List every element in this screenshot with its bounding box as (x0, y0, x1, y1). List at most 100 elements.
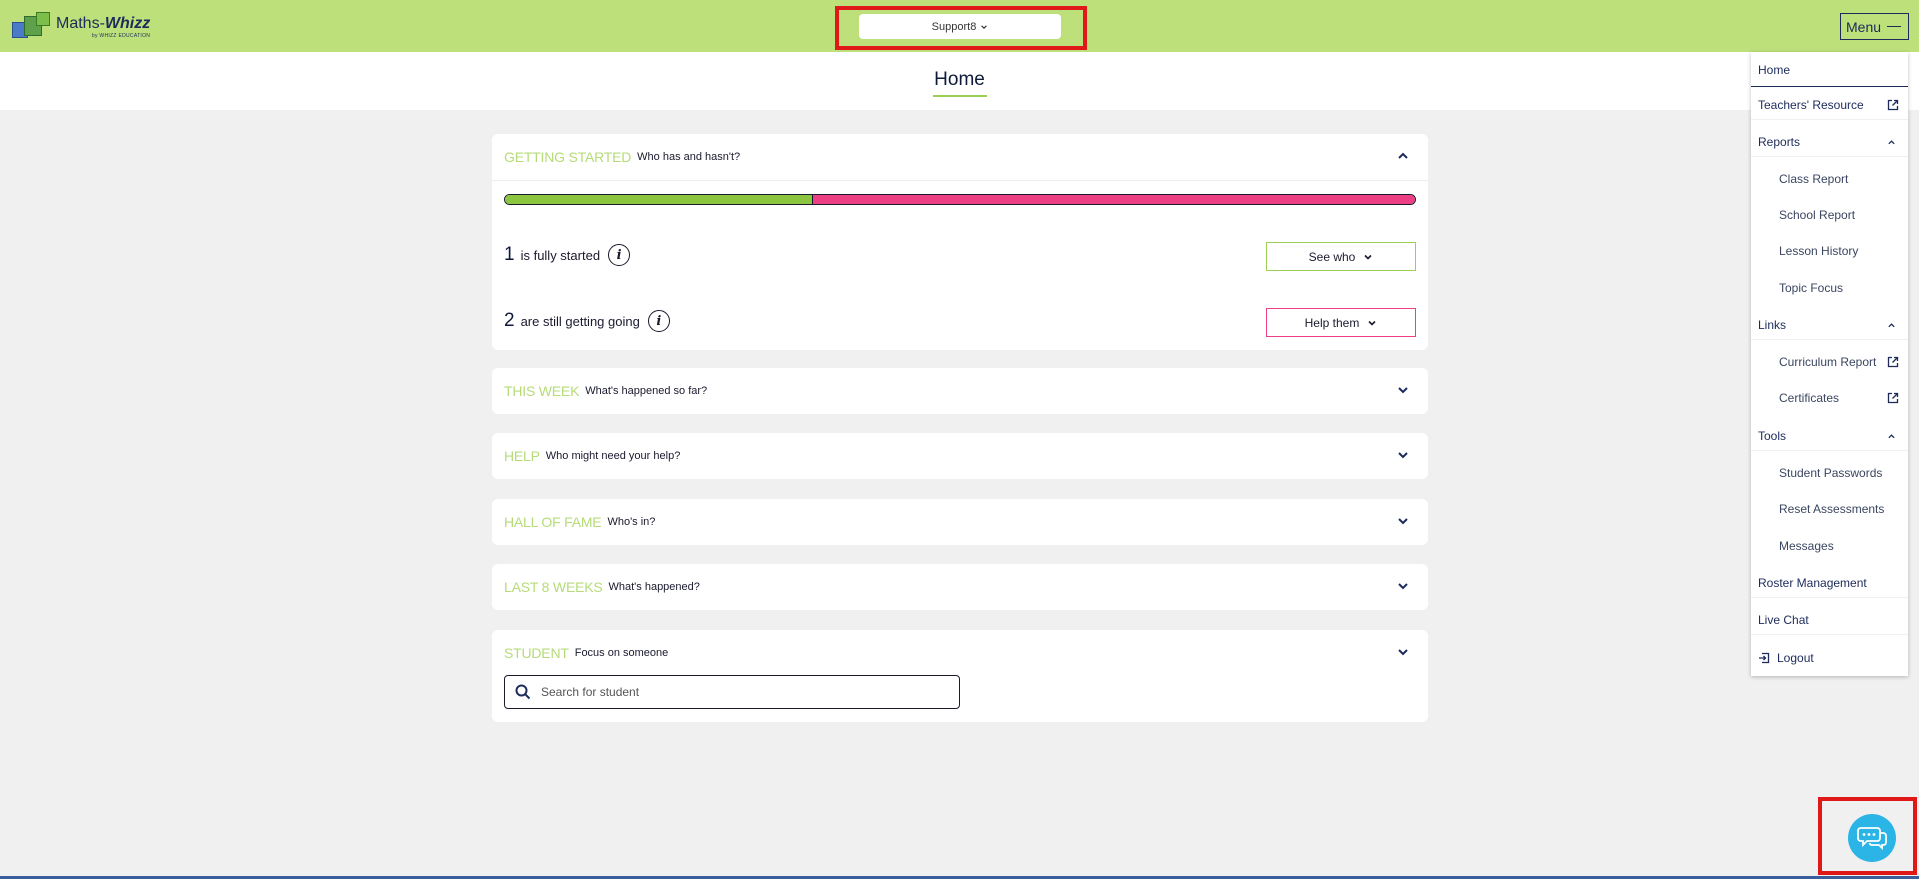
menu-item-home[interactable]: Home (1751, 54, 1908, 87)
menu-item-label: Topic Focus (1779, 281, 1844, 295)
started-text: is fully started (520, 247, 601, 263)
chat-bubbles-icon (1857, 827, 1887, 851)
getting-going-row: 2 are still getting going i (504, 310, 670, 332)
help-card[interactable]: HELP Who might need your help? (492, 433, 1428, 479)
menu-item-certificates[interactable]: Certificates (1751, 383, 1908, 413)
chevron-down-icon (1368, 320, 1376, 326)
card-title: LAST 8 WEEKS (504, 579, 603, 595)
help-header[interactable]: HELP Who might need your help? (492, 433, 1428, 479)
menu-item-label: Reports (1758, 134, 1801, 149)
menu-item-class-report[interactable]: Class Report (1751, 164, 1908, 194)
card-title: HELP (504, 448, 540, 464)
menu-item-label: School Report (1779, 208, 1856, 222)
card-subtitle: What's happened? (608, 581, 700, 593)
menu-item-label: Messages (1779, 539, 1834, 553)
menu-item-label: Curriculum Report (1779, 355, 1877, 369)
card-subtitle: Who has and hasn't? (637, 151, 741, 163)
menu-item-label: Class Report (1779, 172, 1849, 186)
chevron-up-icon[interactable] (1396, 149, 1410, 163)
menu-item-label: Reset Assessments (1779, 502, 1885, 516)
external-link-icon (1887, 356, 1899, 368)
menu-item-label: Live Chat (1758, 612, 1809, 627)
see-who-label: See who (1308, 249, 1356, 264)
card-subtitle: Who might need your help? (545, 450, 681, 462)
logo-subtitle: by WHIZZ EDUCATION (91, 32, 151, 39)
menu-item-curriculum-report[interactable]: Curriculum Report (1751, 347, 1908, 377)
student-search-field[interactable] (504, 675, 960, 709)
getting-started-header[interactable]: GETTING STARTED Who has and hasn't? (492, 134, 1428, 180)
menu-item-logout[interactable]: Logout (1751, 643, 1908, 673)
menu-item-teachers-resource[interactable]: Teachers' Resource (1751, 90, 1908, 120)
student-search-input[interactable] (541, 685, 941, 699)
menu-label: Menu (1846, 18, 1882, 35)
menu-item-reset-assessments[interactable]: Reset Assessments (1751, 494, 1908, 524)
menu-item-student-passwords[interactable]: Student Passwords (1751, 458, 1908, 488)
chevron-down-icon (1364, 254, 1372, 260)
hall-of-fame-header[interactable]: HALL OF FAME Who's in? (492, 499, 1428, 545)
last-8-weeks-header[interactable]: LAST 8 WEEKS What's happened? (492, 564, 1428, 610)
getting-started-card: GETTING STARTED Who has and hasn't? 1 is… (492, 134, 1428, 350)
progress-not-started-segment (812, 195, 1415, 204)
see-who-button[interactable]: See who (1266, 242, 1416, 271)
started-count: 1 (504, 244, 515, 265)
card-title: THIS WEEK (504, 383, 580, 399)
menu-button[interactable]: Menu (1840, 13, 1909, 40)
menu-item-messages[interactable]: Messages (1751, 531, 1908, 561)
fully-started-row: 1 is fully started i (504, 244, 631, 266)
chevron-up-icon (1888, 140, 1895, 145)
chevron-down-icon[interactable] (1396, 514, 1410, 528)
live-chat-button[interactable] (1848, 814, 1896, 862)
getting-started-progress-bar (504, 194, 1416, 205)
help-them-button[interactable]: Help them (1266, 308, 1416, 337)
card-title: STUDENT (504, 645, 569, 661)
menu-item-lesson-history[interactable]: Lesson History (1751, 236, 1908, 266)
menu-item-label: Logout (1777, 651, 1814, 665)
menu-item-label: Tools (1758, 428, 1787, 443)
external-link-icon (1887, 99, 1899, 111)
chevron-down-icon[interactable] (1396, 645, 1410, 659)
class-selector-dropdown[interactable]: Support8 (859, 14, 1061, 39)
this-week-header[interactable]: THIS WEEK What's happened so far? (492, 368, 1428, 414)
chevron-up-icon (1888, 323, 1895, 328)
last-8-weeks-card[interactable]: LAST 8 WEEKS What's happened? (492, 564, 1428, 610)
logo-cube-icon (12, 12, 52, 42)
this-week-card[interactable]: THIS WEEK What's happened so far? (492, 368, 1428, 414)
external-link-icon (1887, 392, 1899, 404)
hamburger-icon (1887, 25, 1902, 28)
menu-item-live-chat[interactable]: Live Chat (1751, 605, 1908, 635)
chevron-down-icon[interactable] (1396, 448, 1410, 462)
menu-item-school-report[interactable]: School Report (1751, 200, 1908, 230)
menu-item-label: Home (1758, 63, 1791, 77)
menu-item-roster-management[interactable]: Roster Management (1751, 568, 1908, 598)
menu-item-links[interactable]: Links (1751, 310, 1908, 340)
chevron-down-icon[interactable] (1396, 383, 1410, 397)
menu-item-label: Student Passwords (1779, 466, 1883, 480)
info-icon[interactable]: i (647, 310, 670, 332)
maths-whizz-logo[interactable]: Maths-Whizz by WHIZZ EDUCATION (12, 12, 150, 42)
card-title: GETTING STARTED (504, 149, 632, 165)
menu-item-label: Certificates (1779, 391, 1840, 405)
logo-title: Maths-Whizz (56, 14, 151, 32)
menu-item-reports[interactable]: Reports (1751, 127, 1908, 157)
class-selector-value: Support8 (931, 20, 977, 33)
going-text: are still getting going (520, 313, 640, 329)
card-subtitle: Focus on someone (574, 647, 669, 659)
search-icon (515, 684, 531, 700)
chevron-down-icon (981, 24, 988, 29)
progress-started-segment (505, 195, 813, 204)
hall-of-fame-card[interactable]: HALL OF FAME Who's in? (492, 499, 1428, 545)
divider (492, 180, 1428, 181)
chevron-down-icon[interactable] (1396, 579, 1410, 593)
chevron-up-icon (1888, 434, 1895, 439)
side-menu: Home Teachers' Resource Reports Class Re… (1751, 52, 1908, 676)
menu-item-label: Lesson History (1779, 244, 1859, 258)
student-header[interactable]: STUDENT Focus on someone (492, 630, 1428, 676)
menu-item-topic-focus[interactable]: Topic Focus (1751, 273, 1908, 303)
going-count: 2 (504, 310, 515, 331)
menu-item-label: Teachers' Resource (1758, 97, 1864, 112)
info-icon[interactable]: i (608, 244, 631, 266)
menu-item-tools[interactable]: Tools (1751, 421, 1908, 451)
card-subtitle: What's happened so far? (585, 385, 708, 397)
logout-icon (1759, 652, 1770, 664)
menu-item-label: Roster Management (1758, 575, 1867, 590)
